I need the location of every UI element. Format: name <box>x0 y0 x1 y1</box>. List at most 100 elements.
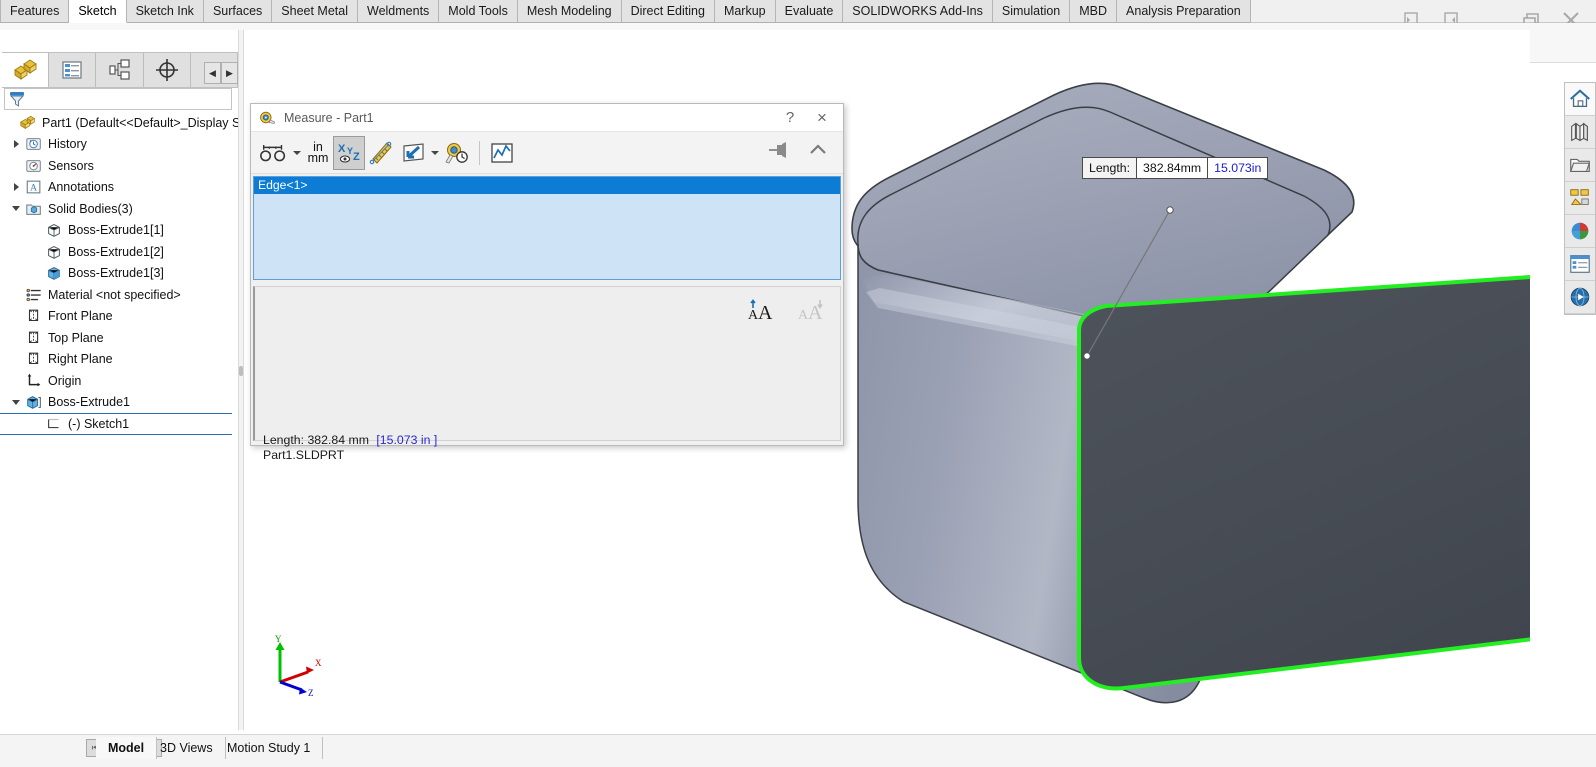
measure-result-inches: [15.073 in ] <box>376 433 438 447</box>
tree-item-sketch1[interactable]: (-) Sketch1 <box>0 413 232 435</box>
tab-markup[interactable]: Markup <box>714 0 776 23</box>
view-palette-icon[interactable] <box>1565 182 1595 215</box>
measure-history-icon[interactable] <box>441 136 473 170</box>
units-mm-label: mm <box>307 150 329 165</box>
tab-evaluate[interactable]: Evaluate <box>775 0 844 23</box>
projected-on-icon[interactable] <box>397 136 429 170</box>
panel-splitter-handle[interactable] <box>239 366 243 376</box>
feature-tree-filter-input[interactable] <box>26 91 231 107</box>
svg-text:A: A <box>30 183 38 194</box>
tree-item-material[interactable]: Material <not specified> <box>0 284 238 306</box>
measure-toolbar-right <box>767 140 843 165</box>
increase-font-size-icon[interactable]: A A <box>746 297 776 330</box>
tree-item-label: Top Plane <box>48 330 104 345</box>
design-library-icon[interactable] <box>1565 116 1595 149</box>
chevron-up-icon[interactable] <box>807 140 829 165</box>
tree-arrow-boss-extrude1[interactable] <box>8 400 24 405</box>
tree-item-boss-extrude1[interactable]: Boss-Extrude1 <box>0 392 238 414</box>
measure-selection-box[interactable]: Edge<1> <box>253 176 841 280</box>
measure-dialog[interactable]: Measure - Part1 ? × in mm X Y Z Edge<1> … <box>250 103 844 462</box>
custom-properties-icon[interactable] <box>1565 248 1595 281</box>
body-gray-icon <box>44 221 64 239</box>
body-blue-icon <box>44 264 64 282</box>
sensors-icon <box>24 157 44 175</box>
tab-motion-study-1[interactable]: Motion Study 1 <box>215 737 324 759</box>
close-button[interactable]: × <box>813 108 831 128</box>
body-gray-icon <box>44 243 64 261</box>
tab-surfaces[interactable]: Surfaces <box>203 0 273 23</box>
tab-mbd[interactable]: MBD <box>1070 0 1118 23</box>
measure-font-buttons: A A A A <box>746 297 826 330</box>
tab-direct-editing[interactable]: Direct Editing <box>621 0 715 23</box>
home-icon[interactable] <box>1565 83 1595 116</box>
tree-arrow-solid-bodies[interactable] <box>8 206 24 211</box>
tab-mesh-modeling[interactable]: Mesh Modeling <box>517 0 622 23</box>
tree-item-sensors[interactable]: Sensors <box>0 155 238 177</box>
tab-sketch-ink[interactable]: Sketch Ink <box>126 0 204 23</box>
tree-item-label: Boss-Extrude1 <box>48 395 130 410</box>
measure-dialog-titlebar[interactable]: Measure - Part1 ? × <box>251 104 843 132</box>
measure-arc-center-icon[interactable] <box>257 136 291 170</box>
property-manager-tab[interactable] <box>49 53 97 87</box>
tree-item-label: Sensors <box>48 158 94 173</box>
tree-item-label: (-) Sketch1 <box>68 416 130 431</box>
fm-tabs-prev-arrow-icon[interactable]: ◀ <box>204 62 221 84</box>
sketch-icon <box>44 415 64 433</box>
units-precision-icon[interactable]: in mm <box>303 136 333 170</box>
measure-result-box: A A A A Length: 382.84 mm [15.073 in] P… <box>253 286 841 462</box>
svg-text:Y: Y <box>275 634 282 644</box>
tab-sketch[interactable]: Sketch <box>69 0 127 23</box>
tab-mold-tools[interactable]: Mold Tools <box>439 0 518 23</box>
svg-text:Z: Z <box>308 688 314 698</box>
tree-item-solid-bodies[interactable]: Solid Bodies(3) <box>0 198 238 220</box>
tree-arrow-history[interactable] <box>8 140 24 148</box>
fm-tabs-next-arrow-icon[interactable]: ▶ <box>221 62 238 84</box>
selection-item-edge1[interactable]: Edge<1> <box>254 177 840 194</box>
tree-item-top-plane[interactable]: Top Plane <box>0 327 238 349</box>
tree-item-label: Part1 (Default<<Default>_Display State <box>42 115 238 130</box>
tree-item-boss-extrude1-2[interactable]: Boss-Extrude1[2] <box>0 241 238 263</box>
tab-analysis-preparation[interactable]: Analysis Preparation <box>1117 0 1251 23</box>
help-button[interactable]: ? <box>781 109 799 126</box>
three-d-content-central-icon[interactable] <box>1565 281 1595 314</box>
tab-solidworks-add-ins[interactable]: SOLIDWORKS Add-Ins <box>843 0 993 23</box>
dimxpert-manager-tab[interactable] <box>143 53 191 87</box>
tree-item-history[interactable]: History <box>0 134 238 156</box>
measurement-callout[interactable]: Length: 382.84mm 15.073in <box>1082 157 1269 179</box>
material-icon <box>24 286 44 304</box>
feature-manager-tabs <box>2 52 239 88</box>
tab-sheet-metal[interactable]: Sheet Metal <box>272 0 358 23</box>
file-explorer-icon[interactable] <box>1565 149 1595 182</box>
tree-item-annotations[interactable]: A Annotations <box>0 177 238 199</box>
pushpin-icon[interactable] <box>767 140 789 165</box>
tab-simulation[interactable]: Simulation <box>992 0 1071 23</box>
tab-weldments[interactable]: Weldments <box>358 0 440 23</box>
tree-item-boss-extrude1-1[interactable]: Boss-Extrude1[1] <box>0 220 238 242</box>
tree-item-right-plane[interactable]: Right Plane <box>0 349 238 371</box>
coordinate-triad: Y X Z <box>275 634 322 698</box>
tree-arrow-annotations[interactable] <box>8 183 24 191</box>
tree-item-label: Front Plane <box>48 309 113 324</box>
tree-item-part1[interactable]: Part1 (Default<<Default>_Display State <box>0 112 238 134</box>
appearances-scenes-icon[interactable] <box>1565 215 1595 248</box>
tab-features[interactable]: Features <box>0 0 70 23</box>
boss-extrude-icon <box>24 393 44 411</box>
show-xyz-measurements-icon[interactable]: X Y Z <box>333 135 365 170</box>
feature-tree-filter[interactable] <box>4 88 232 110</box>
callout-label: Length: <box>1083 158 1138 178</box>
tree-item-front-plane[interactable]: Front Plane <box>0 306 238 328</box>
tree-item-boss-extrude1-3[interactable]: Boss-Extrude1[3] <box>0 263 238 285</box>
callout-value-mm: 382.84mm <box>1137 158 1209 178</box>
tree-item-label: Right Plane <box>48 352 113 367</box>
plane-icon <box>24 307 44 325</box>
feature-tree-tab[interactable] <box>2 53 50 87</box>
create-sensor-icon[interactable] <box>486 136 518 170</box>
point-to-point-icon[interactable] <box>365 136 397 170</box>
decrease-font-size-icon[interactable]: A A <box>796 297 826 330</box>
projected-on-caret-icon[interactable] <box>429 136 441 170</box>
tab-3d-views[interactable]: 3D Views <box>148 737 226 759</box>
status-bar: ⏮ ◀ ▶ ⏭ Model 3D Views Motion Study 1 <box>0 734 1596 767</box>
tree-item-origin[interactable]: Origin <box>0 370 238 392</box>
measure-arc-center-caret-icon[interactable] <box>291 136 303 170</box>
configuration-manager-tab[interactable] <box>96 53 144 87</box>
